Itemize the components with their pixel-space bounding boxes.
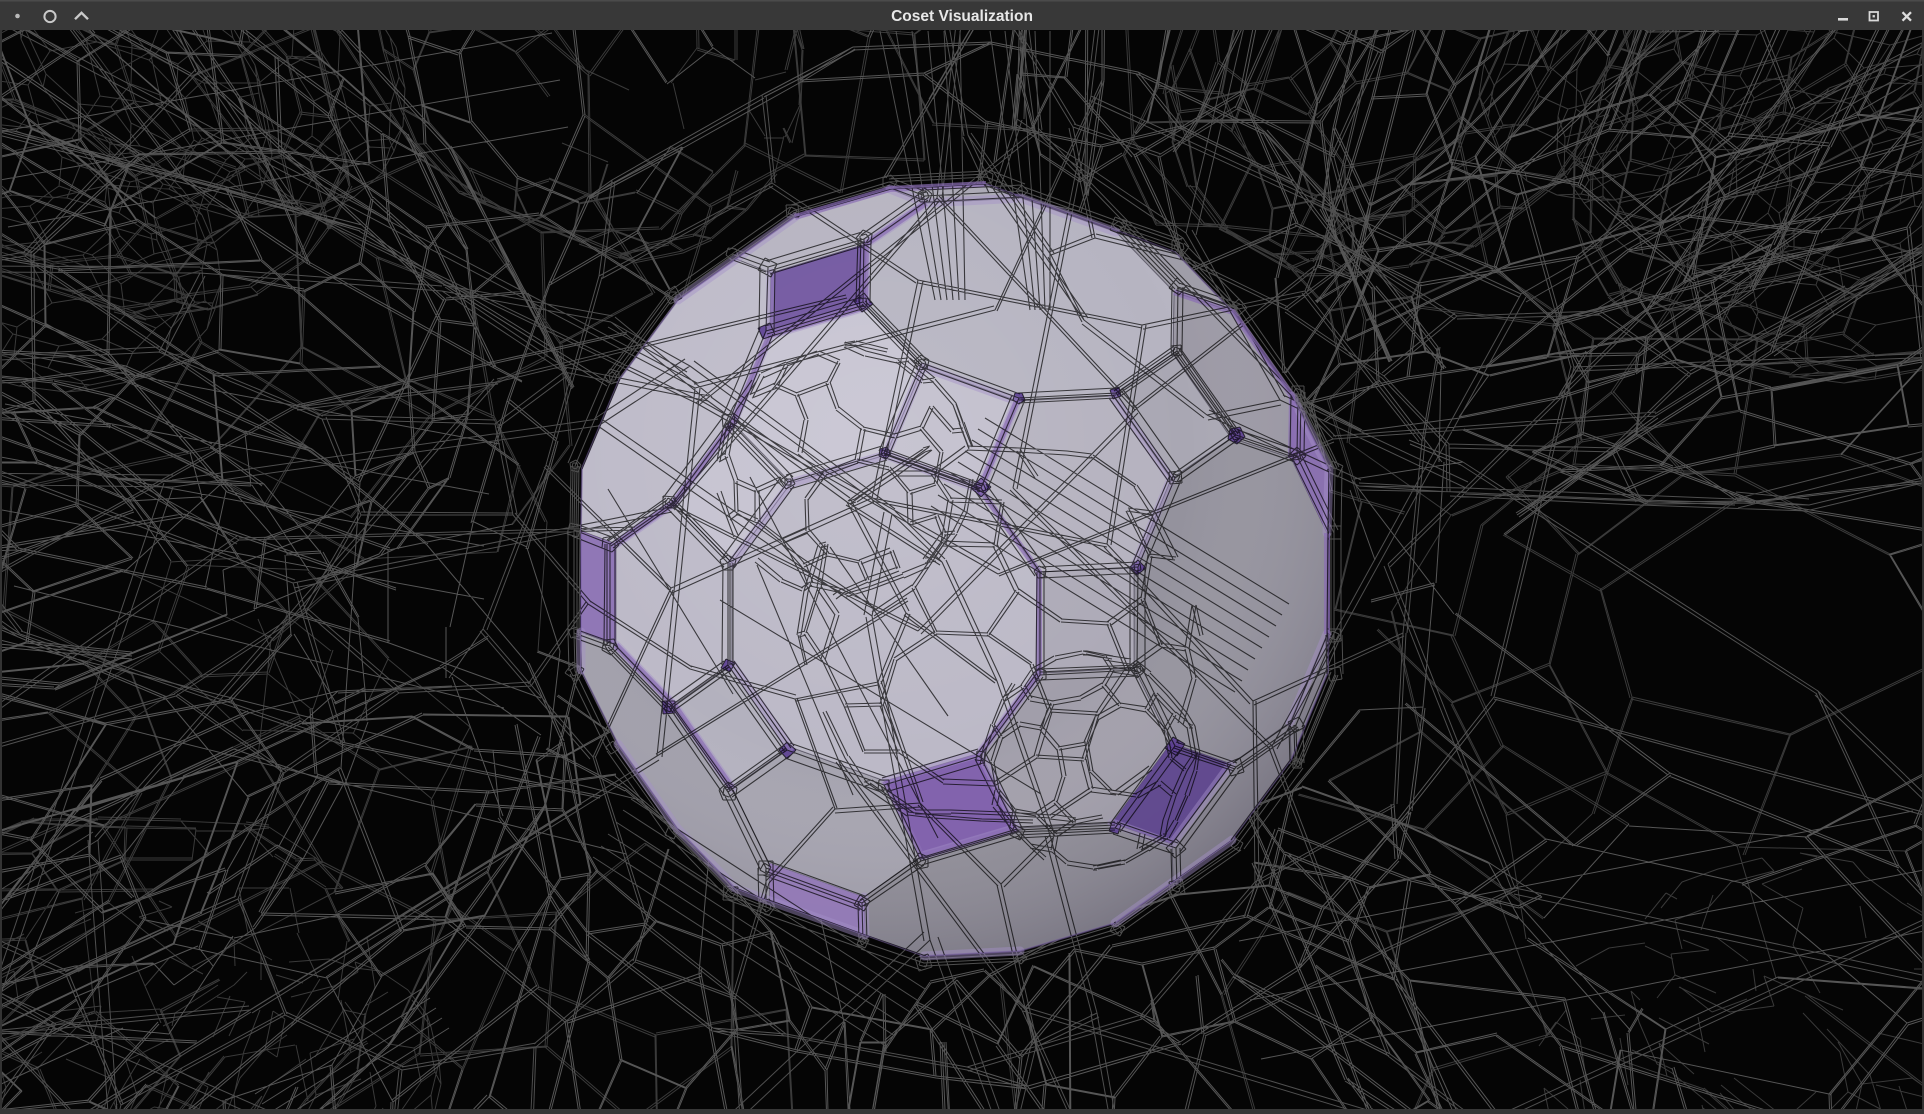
svg-text:Coset Visualization: Coset Visualization [891, 8, 1033, 25]
